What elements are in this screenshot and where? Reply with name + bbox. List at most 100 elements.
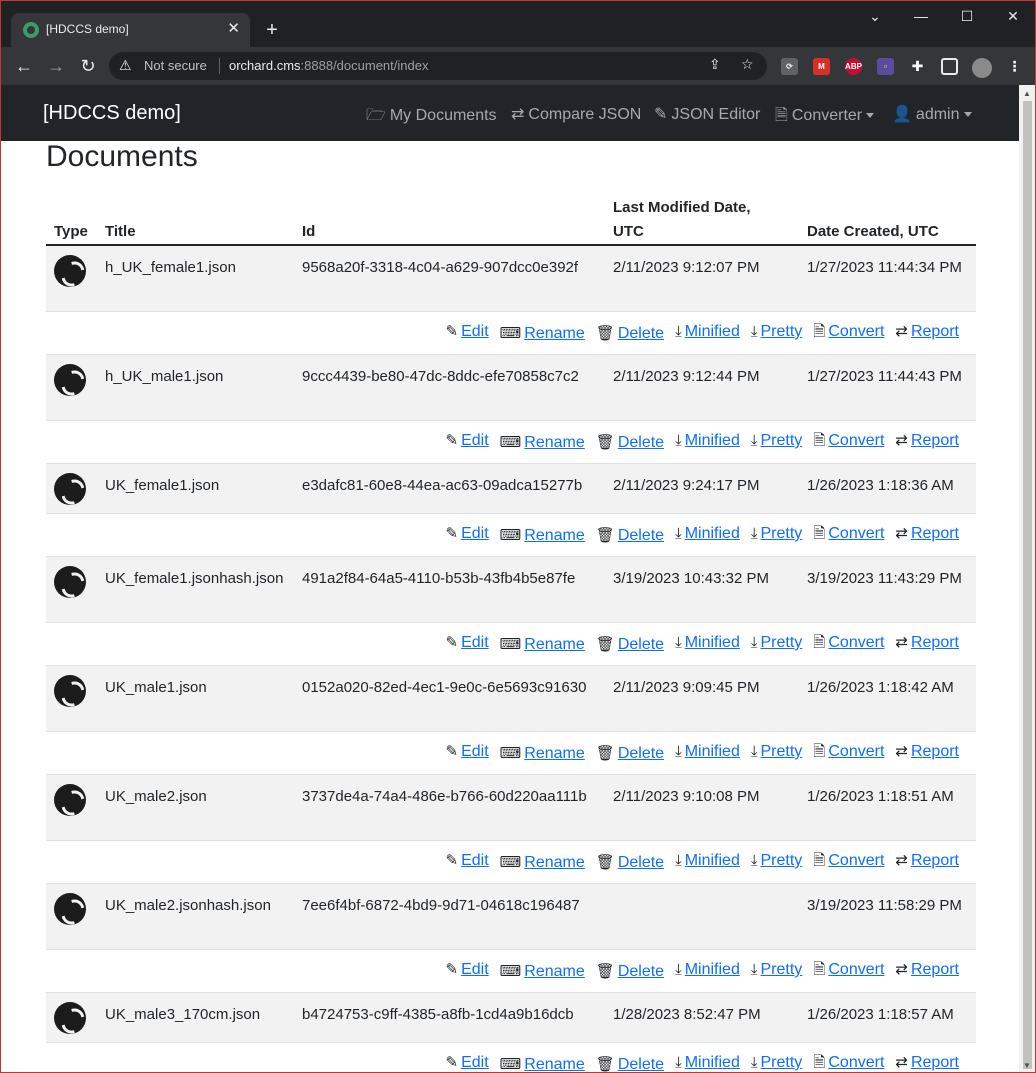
url-text[interactable]: orchard.cms:8888/document/index (229, 58, 428, 73)
delete-link-label: Delete (617, 325, 665, 342)
nav-json-editor[interactable]: ✎ JSON Editor (654, 104, 760, 124)
convert-link[interactable]: 🗎 Convert (813, 850, 884, 875)
browser-tab[interactable]: [HDCCS demo] ✕ (11, 13, 250, 47)
scrollbar-thumb[interactable] (1023, 101, 1032, 1069)
minified-link[interactable]: ⤓ Minified (675, 743, 740, 761)
rename-link[interactable]: ⌨ Rename (500, 433, 585, 452)
doc-modified-date: 1/28/2023 8:52:47 PM (613, 1006, 761, 1023)
edit-link[interactable]: ✎ Edit (445, 322, 488, 341)
minified-link[interactable]: ⤓ Minified (675, 634, 740, 652)
minified-link[interactable]: ⤓ Minified (675, 1054, 740, 1072)
delete-link[interactable]: 🗑 Delete (596, 526, 664, 545)
convert-link[interactable]: 🗎 Convert (813, 321, 884, 346)
page-scrollbar[interactable]: ▲ ▼ (1019, 85, 1035, 1072)
rename-link[interactable]: ⌨ Rename (500, 635, 585, 654)
edit-link[interactable]: ✎ Edit (445, 742, 488, 761)
minimize-icon[interactable]: — (898, 1, 944, 31)
convert-link[interactable]: 🗎 Convert (813, 430, 884, 455)
browser-menu-icon[interactable]: ⋮ (1006, 58, 1023, 75)
minified-link[interactable]: ⤓ Minified (675, 852, 740, 870)
report-link[interactable]: ⇄ Report (895, 431, 959, 450)
extensions-puzzle-icon[interactable]: ✚ (909, 58, 926, 75)
report-arrows-icon: ⇄ (895, 525, 908, 542)
tab-search-chevron-icon[interactable]: ⌄ (852, 1, 898, 31)
delete-link[interactable]: 🗑 Delete (596, 962, 664, 981)
rename-link[interactable]: ⌨ Rename (500, 962, 585, 981)
pretty-link[interactable]: ⤓ Pretty (751, 961, 802, 979)
bookmark-star-icon[interactable]: ☆ (741, 56, 754, 73)
new-tab-plus-icon[interactable]: + (260, 18, 284, 42)
extension-purple-icon[interactable]: ▫ (877, 58, 894, 75)
delete-link[interactable]: 🗑 Delete (596, 324, 664, 343)
scroll-down-arrow-icon[interactable]: ▼ (1023, 1061, 1031, 1070)
pretty-link[interactable]: ⤓ Pretty (751, 525, 802, 543)
reload-icon[interactable]: ↻ (76, 54, 100, 78)
delete-link[interactable]: 🗑 Delete (596, 635, 664, 654)
nav-my-documents[interactable]: 🗁 My Documents (366, 104, 497, 131)
extension-sync-icon[interactable]: ⟳ (781, 58, 798, 75)
edit-link[interactable]: ✎ Edit (445, 431, 488, 450)
tab-close-icon[interactable]: ✕ (227, 20, 240, 38)
gmail-extension-icon[interactable]: M (813, 58, 830, 75)
forward-arrow-icon[interactable]: → (44, 54, 68, 78)
scroll-up-arrow-icon[interactable]: ▲ (1023, 89, 1031, 98)
report-link-label: Report (910, 961, 959, 978)
maximize-icon[interactable]: ☐ (944, 1, 990, 31)
minified-link[interactable]: ⤓ Minified (675, 432, 740, 450)
minified-link[interactable]: ⤓ Minified (675, 961, 740, 979)
address-bar[interactable]: ⚠ Not secure orchard.cms:8888/document/i… (109, 52, 767, 80)
doc-modified-date: 2/11/2023 9:12:07 PM (613, 259, 760, 276)
pretty-link[interactable]: ⤓ Pretty (751, 852, 802, 870)
pretty-link[interactable]: ⤓ Pretty (751, 432, 802, 450)
convert-link[interactable]: 🗎 Convert (813, 741, 884, 766)
nav-compare-json[interactable]: ⇄ Compare JSON (511, 104, 641, 124)
delete-link[interactable]: 🗑 Delete (596, 433, 664, 452)
rename-link[interactable]: ⌨ Rename (500, 324, 585, 343)
nav-admin-dropdown[interactable]: 👤 admin (892, 104, 972, 124)
minified-link[interactable]: ⤓ Minified (675, 323, 740, 341)
convert-link[interactable]: 🗎 Convert (813, 632, 884, 657)
edit-link[interactable]: ✎ Edit (445, 851, 488, 870)
security-label[interactable]: Not secure (144, 58, 207, 73)
convert-link[interactable]: 🗎 Convert (813, 523, 884, 548)
pretty-link[interactable]: ⤓ Pretty (751, 323, 802, 341)
report-link[interactable]: ⇄ Report (895, 322, 959, 341)
edit-link-label: Edit (461, 634, 489, 651)
close-window-icon[interactable]: ✕ (990, 1, 1035, 31)
convert-link[interactable]: 🗎 Convert (813, 959, 884, 984)
file-x-icon: 🗎 (813, 1054, 826, 1071)
edit-link[interactable]: ✎ Edit (445, 524, 488, 543)
trash-icon: 🗑 (595, 325, 615, 342)
report-link[interactable]: ⇄ Report (895, 960, 959, 979)
share-icon[interactable]: ⇪ (709, 56, 721, 73)
nav-converter-dropdown[interactable]: 🗎 Converter (775, 104, 875, 131)
adblock-plus-icon[interactable]: ABP (845, 58, 862, 75)
delete-link[interactable]: 🗑 Delete (596, 853, 664, 872)
delete-link[interactable]: 🗑 Delete (596, 744, 664, 763)
edit-link[interactable]: ✎ Edit (445, 633, 488, 652)
delete-link-label: Delete (617, 434, 665, 451)
rename-link[interactable]: ⌨ Rename (500, 853, 585, 872)
report-link[interactable]: ⇄ Report (895, 742, 959, 761)
pretty-link[interactable]: ⤓ Pretty (751, 634, 802, 652)
report-link[interactable]: ⇄ Report (895, 633, 959, 652)
actions-row: ✎ Edit ⌨ Rename 🗑 Delete ⤓ Minified ⤓ Pretty 🗎 Conv… (46, 421, 976, 464)
report-link[interactable]: ⇄ Report (895, 1053, 959, 1072)
minified-link[interactable]: ⤓ Minified (675, 525, 740, 543)
site-brand[interactable]: [HDCCS demo] (43, 102, 181, 125)
convert-link[interactable]: 🗎 Convert (813, 1052, 884, 1072)
rename-link[interactable]: ⌨ Rename (500, 526, 585, 545)
back-arrow-icon[interactable]: ← (12, 54, 36, 78)
rename-link[interactable]: ⌨ Rename (500, 1055, 585, 1072)
edit-link[interactable]: ✎ Edit (445, 960, 488, 979)
rename-link-label: Rename (524, 434, 585, 451)
edit-link[interactable]: ✎ Edit (445, 1053, 488, 1072)
report-link[interactable]: ⇄ Report (895, 524, 959, 543)
pretty-link[interactable]: ⤓ Pretty (751, 1054, 802, 1072)
side-panel-icon[interactable] (941, 58, 958, 75)
rename-link[interactable]: ⌨ Rename (500, 744, 585, 763)
delete-link[interactable]: 🗑 Delete (596, 1055, 664, 1072)
pretty-link[interactable]: ⤓ Pretty (751, 743, 802, 761)
report-link[interactable]: ⇄ Report (895, 851, 959, 870)
profile-avatar[interactable] (972, 58, 992, 78)
